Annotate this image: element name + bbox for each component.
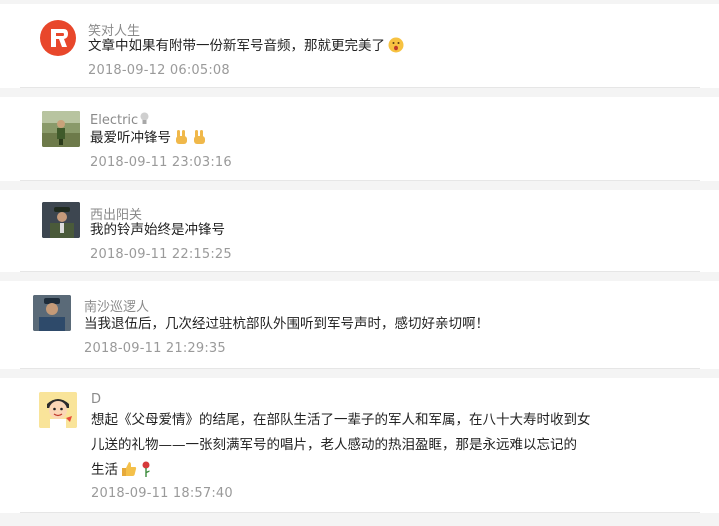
comment-text: 当我退伍后，几次经过驻杭部队外围听到军号声时，感切好亲切啊！ — [84, 316, 489, 332]
victory-hand-emoji-icon — [174, 129, 189, 154]
separator — [0, 272, 719, 281]
comment-text-line: 想起《父母爱情》的结尾，在部队生活了一辈子的军人和军属，在八十大寿时收到女 — [91, 412, 591, 428]
comment-text-line: 儿送的礼物——一张刻满军号的唱片，老人感动的热泪盈眶，那是永远难以忘记的 — [91, 437, 577, 453]
comment-timestamp: 2018-09-11 23:03:16 — [90, 155, 232, 170]
victory-hand-emoji-icon — [192, 129, 207, 154]
cartoon-avatar-icon — [39, 392, 77, 428]
separator — [0, 88, 719, 97]
comment-timestamp: 2018-09-11 22:15:25 — [90, 247, 232, 262]
soldier-photo-icon — [42, 111, 80, 147]
rose-emoji-icon — [140, 461, 152, 486]
red-flag-logo-icon — [51, 29, 68, 47]
thumbs-up-emoji-icon — [121, 461, 137, 486]
separator — [0, 181, 719, 190]
avatar[interactable] — [33, 295, 71, 331]
avatar[interactable] — [42, 202, 80, 238]
comment-text: 我的铃声始终是冲锋号 — [90, 222, 225, 238]
avatar[interactable] — [42, 111, 80, 147]
comment-text-line: 生活 — [91, 458, 152, 486]
separator — [0, 513, 719, 526]
comment-text-body: 文章中如果有附带一份新军号音频，那就更完美了 — [88, 38, 385, 54]
officer-photo-icon — [42, 202, 80, 238]
comment-text: 文章中如果有附带一份新军号音频，那就更完美了 — [88, 34, 404, 62]
comment-text: 最爱听冲锋号 — [90, 126, 207, 154]
man-photo-icon — [33, 295, 71, 331]
comment-timestamp: 2018-09-11 21:29:35 — [84, 341, 226, 356]
comment-timestamp: 2018-09-12 06:05:08 — [88, 63, 230, 78]
comment-text-body: 生活 — [91, 462, 118, 478]
avatar[interactable] — [40, 20, 76, 56]
commenter-name[interactable]: D — [91, 392, 101, 407]
comment-text-body: 最爱听冲锋号 — [90, 130, 171, 146]
comment-timestamp: 2018-09-11 18:57:40 — [91, 486, 233, 501]
surprised-face-emoji-icon — [388, 37, 404, 62]
separator — [0, 369, 719, 378]
avatar[interactable] — [39, 392, 77, 428]
